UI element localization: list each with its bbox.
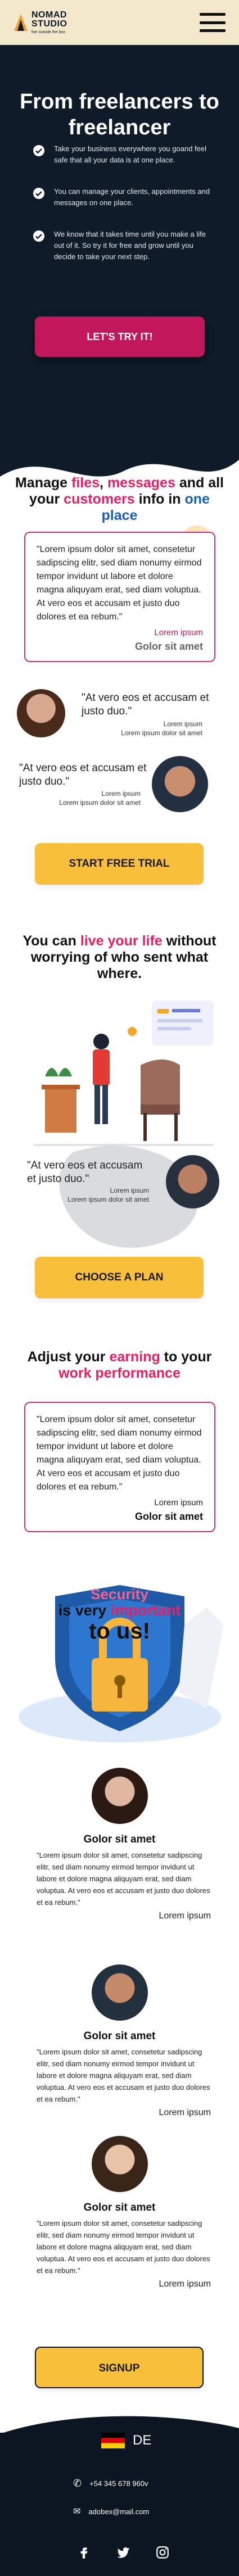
phone-row[interactable]: ✆ +54 345 678 960v bbox=[73, 2478, 148, 2489]
hero-feature-text: Take your business everywhere you goand … bbox=[54, 144, 206, 164]
persona-text: "Lorem ipsum dolor sit amet, consetetur … bbox=[37, 2219, 210, 2275]
hero-feature-text: You can manage your clients, appointment… bbox=[54, 187, 210, 207]
choose-a-plan-button[interactable]: CHOOSE A PLAN bbox=[35, 1257, 204, 1298]
persona-text: "Lorem ipsum dolor sit amet, consetetur … bbox=[37, 2048, 210, 2103]
logo[interactable]: NOMAD STUDIO live outside the box bbox=[13, 11, 67, 34]
facebook-icon[interactable] bbox=[76, 2545, 91, 2560]
hero-feature-item: Take your business everywhere you goand … bbox=[33, 143, 217, 166]
avatar bbox=[92, 2136, 148, 2192]
quote-card: "Lorem ipsum dolor sit amet, consetetur … bbox=[24, 1402, 215, 1532]
email-address: adobex@mail.com bbox=[88, 2507, 150, 2516]
avatar bbox=[92, 1768, 148, 1824]
tent-logo-icon bbox=[14, 14, 28, 31]
social-links bbox=[76, 2545, 170, 2560]
quote-author-name: Golor sit amet bbox=[134, 641, 203, 652]
avatar bbox=[166, 1155, 219, 1208]
email-row[interactable]: ✉ adobex@mail.com bbox=[73, 2506, 149, 2517]
mail-icon: ✉ bbox=[73, 2507, 81, 2516]
quote-author-name: Golor sit amet bbox=[134, 1511, 203, 1522]
site-header: NOMAD STUDIO live outside the box bbox=[0, 0, 239, 45]
hero-feature-list: Take your business everywhere you goand … bbox=[33, 143, 217, 262]
logo-name-line1: NOMAD bbox=[31, 10, 67, 20]
persona-author: Lorem ipsum bbox=[159, 2108, 211, 2117]
quote-author-role: Lorem ipsum bbox=[154, 628, 203, 637]
avatar bbox=[92, 1964, 148, 2021]
testimonial-text: "At vero eos et accusam et justo duo." bbox=[19, 762, 147, 787]
twitter-icon[interactable] bbox=[116, 2545, 130, 2560]
quote-text: "Lorem ipsum dolor sit amet, consetetur … bbox=[37, 1415, 202, 1492]
testimonial-text: "At vero eos et accusam et justo duo." bbox=[27, 1160, 143, 1185]
try-it-button[interactable]: LET'S TRY IT! bbox=[35, 316, 205, 357]
phone-number: +54 345 678 960v bbox=[89, 2479, 148, 2488]
avatar bbox=[152, 756, 208, 812]
hero-title: From freelancers to freelancer bbox=[20, 90, 219, 139]
testimonial-text: "At vero eos et accusam et justo duo." bbox=[82, 692, 209, 717]
persona-text: "Lorem ipsum dolor sit amet, consetetur … bbox=[37, 1851, 210, 1907]
start-free-trial-button[interactable]: START FREE TRIAL bbox=[35, 843, 204, 885]
person-with-chair-illustration bbox=[34, 1000, 214, 1146]
page: NOMAD STUDIO live outside the box From f… bbox=[0, 0, 239, 2576]
quote-author-role: Lorem ipsum bbox=[154, 1498, 203, 1507]
logo-tagline: live outside the box bbox=[31, 30, 65, 34]
hero-feature-item: We know that it takes time until you mak… bbox=[33, 229, 217, 262]
signup-button[interactable]: SIGNUP bbox=[35, 2347, 204, 2388]
hero-section: From freelancers to freelancer Take your… bbox=[0, 45, 239, 438]
manage-section-title: Manage files, messages and all your cust… bbox=[15, 475, 224, 523]
instagram-icon[interactable] bbox=[155, 2545, 170, 2560]
persona-author: Lorem ipsum bbox=[159, 2279, 211, 2289]
check-circle-icon bbox=[33, 145, 44, 156]
menu-icon[interactable] bbox=[200, 13, 226, 32]
flag-de-icon bbox=[101, 2433, 125, 2448]
persona-name: Golor sit amet bbox=[83, 1833, 156, 1845]
testimonial-author: Lorem ipsum Lorem ipsum dolor sit amet bbox=[121, 720, 202, 737]
security-section-title: Security is very important to us! bbox=[58, 1586, 181, 1644]
hero-feature-item: You can manage your clients, appointment… bbox=[33, 186, 217, 209]
earning-section-title: Adjust your earning to your work perform… bbox=[27, 1349, 212, 1381]
quote-card: "Lorem ipsum dolor sit amet, consetetur … bbox=[24, 532, 215, 662]
logo-name-line2: STUDIO bbox=[31, 19, 67, 29]
persona-author: Lorem ipsum bbox=[159, 1911, 211, 1921]
language-selector[interactable]: DE bbox=[101, 2433, 151, 2448]
site-footer: DE ✆ +54 345 678 960v ✉ adobex@mail.com bbox=[0, 2433, 239, 2576]
hero-feature-text: We know that it takes time until you mak… bbox=[54, 230, 206, 261]
check-circle-icon bbox=[33, 188, 44, 199]
language-label: DE bbox=[133, 2433, 152, 2448]
persona-name: Golor sit amet bbox=[83, 2202, 156, 2213]
testimonial-author: Lorem ipsum Lorem ipsum dolor sit amet bbox=[67, 1187, 149, 1203]
check-circle-icon bbox=[33, 230, 44, 242]
testimonial-author: Lorem ipsum Lorem ipsum dolor sit amet bbox=[59, 790, 141, 807]
avatar bbox=[17, 689, 65, 737]
live-section-title: You can live your life without worrying … bbox=[22, 933, 217, 981]
persona-name: Golor sit amet bbox=[83, 2030, 156, 2042]
quote-text: "Lorem ipsum dolor sit amet, consetetur … bbox=[37, 545, 202, 622]
phone-icon: ✆ bbox=[73, 2478, 82, 2489]
